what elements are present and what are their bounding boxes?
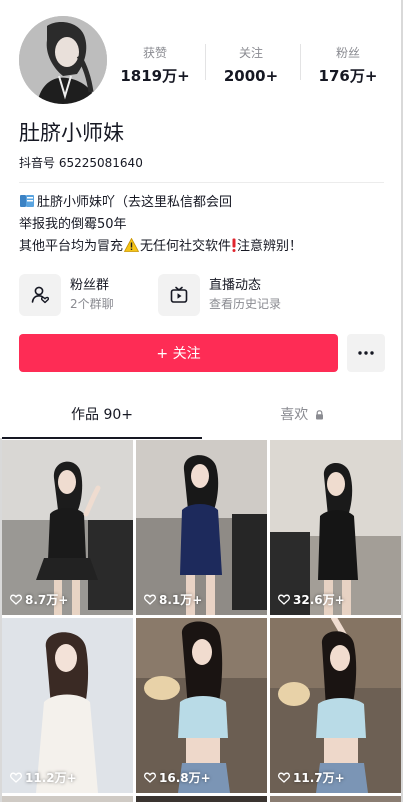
video-cover-image bbox=[136, 618, 267, 793]
video-thumbnail[interactable]: 16.8万+ bbox=[136, 618, 267, 793]
video-thumbnail[interactable] bbox=[136, 796, 267, 802]
stat-followers[interactable]: 粉丝 176万+ bbox=[303, 45, 393, 87]
live-tv-icon bbox=[158, 274, 200, 316]
heart-icon bbox=[10, 594, 22, 605]
fan-group-icon bbox=[19, 274, 61, 316]
video-cover-image bbox=[2, 440, 133, 615]
video-thumbnail[interactable] bbox=[270, 796, 401, 802]
video-like-text: 16.8万+ bbox=[159, 771, 211, 785]
video-like-text: 11.2万+ bbox=[25, 771, 77, 785]
video-cover-image bbox=[136, 440, 267, 615]
video-like-count: 8.7万+ bbox=[10, 591, 68, 608]
video-like-text: 32.6万+ bbox=[293, 593, 345, 607]
heart-icon bbox=[144, 772, 156, 783]
tab-likes-label: 喜欢 bbox=[280, 407, 309, 423]
video-like-count: 16.8万+ bbox=[144, 769, 211, 786]
more-button[interactable] bbox=[347, 334, 385, 372]
profile-bio: 肚脐小师妹吖（去这里私信都会回 举报我的倒霉50年 其他平台均为冒充 无任何社交软… bbox=[19, 192, 389, 260]
fan-group-entry[interactable]: 粉丝群 2个群聊 bbox=[19, 274, 149, 316]
book-icon bbox=[19, 194, 35, 208]
bio-line-3: 其他平台均为冒充 无任何社交软件 注意辨别！ bbox=[19, 236, 389, 260]
stat-likes-label: 获赞 bbox=[142, 46, 167, 60]
heart-icon bbox=[10, 772, 22, 783]
video-cover-image bbox=[2, 618, 133, 793]
video-cover-image bbox=[270, 440, 401, 615]
video-grid: 8.7万+ 8.1万+ 32.6万+ 11.2万+ 16.8万+ 11.7万+ bbox=[2, 440, 401, 802]
video-like-text: 11.7万+ bbox=[293, 771, 345, 785]
fan-group-title: 粉丝群 bbox=[70, 278, 110, 293]
video-thumbnail[interactable]: 8.7万+ bbox=[2, 440, 133, 615]
profile-uid: 抖音号 65225081640 bbox=[19, 154, 143, 172]
video-like-count: 8.1万+ bbox=[144, 591, 202, 608]
stat-divider bbox=[300, 44, 301, 80]
bio-line-3-part1: 其他平台均为冒充 bbox=[19, 239, 124, 254]
fan-group-subtitle: 2个群聊 bbox=[70, 297, 114, 311]
stat-likes[interactable]: 获赞 1819万+ bbox=[110, 45, 200, 87]
video-like-count: 11.2万+ bbox=[10, 769, 77, 786]
bio-line-2: 举报我的倒霉50年 bbox=[19, 217, 127, 232]
heart-icon bbox=[278, 772, 290, 783]
video-cover-image bbox=[136, 796, 267, 802]
stat-following[interactable]: 关注 2000+ bbox=[206, 45, 296, 87]
bio-line-1: 肚脐小师妹吖（去这里私信都会回 bbox=[19, 192, 389, 214]
stat-likes-value: 1819万+ bbox=[120, 67, 190, 85]
live-history-title: 直播动态 bbox=[209, 278, 262, 293]
more-dots-icon bbox=[358, 351, 374, 355]
lock-icon bbox=[315, 410, 323, 420]
video-like-count: 32.6万+ bbox=[278, 591, 345, 608]
video-thumbnail[interactable]: 11.7万+ bbox=[270, 618, 401, 793]
tab-works[interactable]: 作品 90+ bbox=[2, 400, 202, 440]
bio-line-3-part2: 无任何社交软件 bbox=[140, 239, 232, 254]
avatar-image bbox=[19, 16, 107, 104]
avatar[interactable] bbox=[19, 16, 107, 104]
video-thumbnail[interactable]: 32.6万+ bbox=[270, 440, 401, 615]
video-cover-image bbox=[270, 618, 401, 793]
warning-icon bbox=[123, 237, 140, 260]
stat-following-label: 关注 bbox=[238, 46, 263, 60]
video-thumbnail[interactable]: 11.2万+ bbox=[2, 618, 133, 793]
heart-icon bbox=[278, 594, 290, 605]
video-like-text: 8.1万+ bbox=[159, 593, 203, 607]
tab-likes[interactable]: 喜欢 bbox=[202, 400, 402, 440]
bio-line-1-text: 肚脐小师妹吖（去这里私信都会回 bbox=[37, 195, 233, 210]
uid-value: 65225081640 bbox=[58, 156, 143, 170]
content-tabs: 作品 90+ 喜欢 bbox=[2, 400, 401, 440]
video-thumbnail[interactable]: 8.1万+ bbox=[136, 440, 267, 615]
stat-followers-label: 粉丝 bbox=[335, 46, 360, 60]
bio-line-3-part3: 注意辨别！ bbox=[237, 239, 303, 254]
live-history-entry[interactable]: 直播动态 查看历史记录 bbox=[158, 274, 308, 316]
active-tab-indicator bbox=[2, 437, 202, 439]
video-cover-image bbox=[2, 796, 133, 802]
profile-name: 肚脐小师妹 bbox=[19, 121, 124, 145]
uid-label: 抖音号 bbox=[19, 156, 56, 170]
video-like-text: 8.7万+ bbox=[25, 593, 69, 607]
live-history-subtitle: 查看历史记录 bbox=[209, 297, 282, 311]
video-cover-image bbox=[270, 796, 401, 802]
video-like-count: 11.7万+ bbox=[278, 769, 345, 786]
red-exclamation-icon bbox=[232, 238, 236, 252]
stat-following-value: 2000+ bbox=[223, 67, 279, 85]
stat-followers-value: 176万+ bbox=[318, 67, 378, 85]
section-divider bbox=[19, 182, 384, 183]
heart-icon bbox=[144, 594, 156, 605]
follow-button[interactable]: + 关注 bbox=[19, 334, 338, 372]
video-thumbnail[interactable] bbox=[2, 796, 133, 802]
